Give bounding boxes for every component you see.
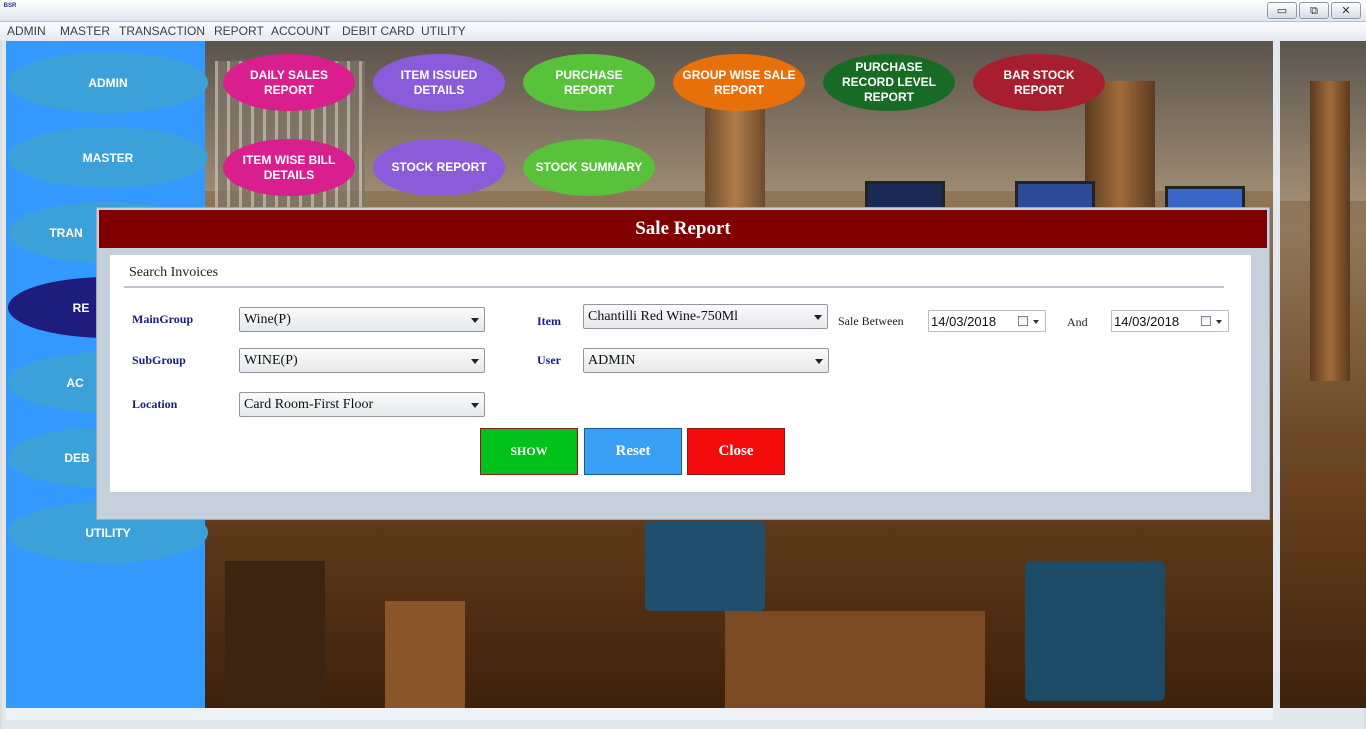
location-value: Card Room-First Floor — [244, 397, 374, 412]
sidebar-item-master[interactable]: MASTER — [8, 127, 208, 188]
to-date-picker[interactable]: 14/03/2018 — [1111, 310, 1229, 332]
chevron-down-icon — [814, 315, 822, 320]
status-strip — [6, 708, 1273, 720]
user-select[interactable]: ADMIN — [583, 348, 829, 373]
show-button[interactable]: SHOW — [480, 428, 578, 475]
location-label: Location — [132, 397, 178, 411]
sidebar-item-label: RE — [72, 300, 90, 315]
menu-report[interactable]: REPORT — [214, 24, 264, 38]
user-label: User — [537, 353, 561, 367]
sidebar-item-label: AC — [66, 375, 84, 390]
sidebar-item-label: MASTER — [82, 150, 134, 165]
sale-report-dialog: Sale Report Search Invoices MainGroup Wi… — [96, 207, 1270, 520]
maingroup-select[interactable]: Wine(P) — [239, 307, 485, 332]
stock-summary-button[interactable]: STOCK SUMMARY — [523, 139, 655, 196]
section-divider — [124, 286, 1224, 288]
dialog-title: Sale Report — [99, 210, 1267, 248]
item-wise-bill-details-button[interactable]: ITEM WISE BILL DETAILS — [223, 139, 355, 196]
section-title: Search Invoices — [129, 265, 219, 280]
and-label: And — [1067, 315, 1088, 329]
sidebar-item-admin[interactable]: ADMIN — [8, 52, 208, 113]
user-value: ADMIN — [588, 353, 636, 368]
reset-button[interactable]: Reset — [584, 428, 682, 475]
location-select[interactable]: Card Room-First Floor — [239, 392, 485, 417]
close-window-button[interactable]: ✕ — [1331, 2, 1361, 19]
chevron-down-icon — [471, 403, 479, 408]
background-image-right — [1280, 41, 1366, 708]
menu-debit-card[interactable]: DEBIT CARD — [342, 24, 414, 38]
bar-stock-report-button[interactable]: BAR STOCK REPORT — [973, 54, 1105, 111]
panel-divider — [1273, 41, 1280, 729]
item-issued-details-button[interactable]: ITEM ISSUED DETAILS — [373, 54, 505, 111]
subgroup-value: WINE(P) — [244, 353, 298, 368]
sale-between-label: Sale Between — [838, 314, 904, 328]
title-bar: BSR ▭ ⧉ ✕ — [0, 0, 1366, 22]
chevron-down-icon — [471, 318, 479, 323]
menu-bar: ADMIN MASTER TRANSACTION REPORT ACCOUNT … — [0, 22, 1366, 41]
menu-admin[interactable]: ADMIN — [7, 24, 46, 38]
from-date-value: 14/03/2018 — [931, 314, 997, 329]
minimize-button[interactable]: ▭ — [1267, 2, 1297, 19]
group-wise-sale-report-button[interactable]: GROUP WISE SALE REPORT — [673, 54, 805, 111]
item-select[interactable]: Chantilli Red Wine-750Ml — [583, 304, 828, 329]
calendar-icon — [1018, 316, 1028, 326]
app-logo-icon: BSR — [3, 3, 17, 9]
item-value: Chantilli Red Wine-750Ml — [588, 309, 739, 324]
sidebar-item-label: UTILITY — [85, 525, 131, 540]
daily-sales-report-button[interactable]: DAILY SALES REPORT — [223, 54, 355, 111]
menu-master[interactable]: MASTER — [60, 24, 110, 38]
sidebar-item-label: TRAN — [49, 225, 83, 240]
calendar-icon — [1201, 316, 1211, 326]
chevron-down-icon — [1033, 320, 1039, 324]
stock-report-button[interactable]: STOCK REPORT — [373, 139, 505, 196]
from-date-picker[interactable]: 14/03/2018 — [928, 310, 1046, 332]
chevron-down-icon — [815, 359, 823, 364]
subgroup-label: SubGroup — [132, 353, 186, 367]
subgroup-select[interactable]: WINE(P) — [239, 348, 485, 373]
menu-account[interactable]: ACCOUNT — [271, 24, 330, 38]
chevron-down-icon — [1216, 320, 1222, 324]
restore-button[interactable]: ⧉ — [1299, 2, 1329, 19]
purchase-report-button[interactable]: PURCHASE REPORT — [523, 54, 655, 111]
sidebar-item-label: ADMIN — [88, 75, 128, 90]
purchase-record-level-report-button[interactable]: PURCHASE RECORD LEVEL REPORT — [823, 54, 955, 111]
close-button[interactable]: Close — [687, 428, 785, 475]
to-date-value: 14/03/2018 — [1114, 314, 1180, 329]
maingroup-label: MainGroup — [132, 312, 194, 326]
sidebar-item-label: DEB — [64, 450, 90, 465]
maingroup-value: Wine(P) — [244, 312, 291, 327]
chevron-down-icon — [471, 359, 479, 364]
item-label: Item — [537, 314, 561, 328]
menu-transaction[interactable]: TRANSACTION — [119, 24, 205, 38]
menu-utility[interactable]: UTILITY — [421, 24, 466, 38]
